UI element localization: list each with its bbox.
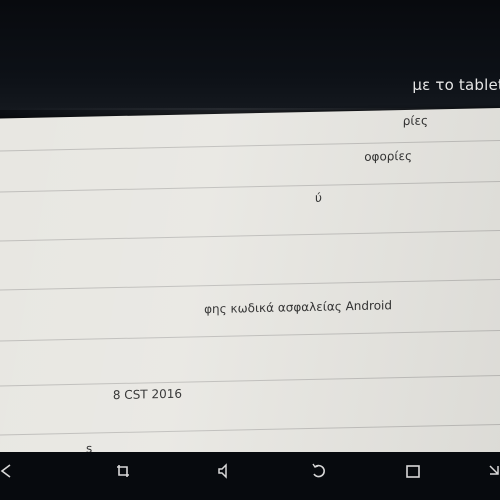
list-item-label: φης κωδικά ασφαλείας Android [204,298,392,317]
list-item-label: 8 CST 2016 [112,386,182,403]
back-icon[interactable] [0,460,18,482]
navigation-bar [0,452,500,500]
screenshot-icon[interactable] [110,460,136,482]
home-icon[interactable] [306,460,332,482]
volume-down-icon[interactable] [212,460,238,482]
recent-apps-icon[interactable] [400,460,426,482]
list-item-label: ρίες [402,113,428,129]
settings-list: ρίες οφορίες ύ φης κωδικά ασφαλείας Andr… [0,108,500,469]
page-title: με το tablet [412,76,500,94]
list-item-label: ύ [315,190,322,205]
list-item-label: οφορίες [364,148,412,164]
app-bar: με το tablet [0,0,500,110]
overflow-icon[interactable] [482,460,500,482]
